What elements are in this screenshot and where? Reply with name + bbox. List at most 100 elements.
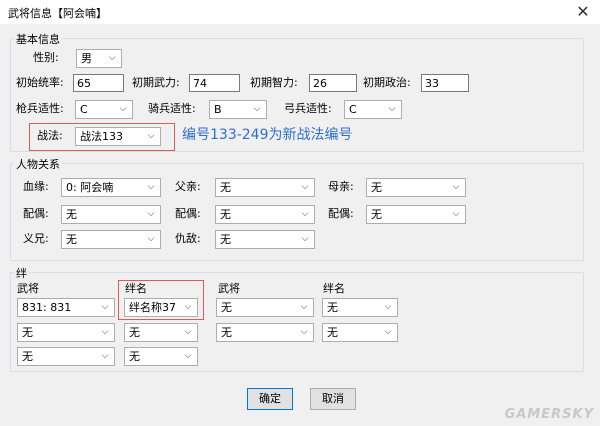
blood-label: 血缘:: [23, 180, 49, 193]
archer-aptitude-value: C: [349, 103, 357, 116]
cavalry-aptitude-label: 骑兵适性:: [148, 102, 196, 115]
tactic-annotation: 编号133-249为新战法编号: [182, 127, 353, 143]
bond-general-value-r2c1: 无: [22, 326, 33, 339]
gamersky-watermark: GAMERSKY: [504, 407, 594, 422]
bond-name-select-r2c1[interactable]: 无 ⌵: [124, 323, 198, 342]
chevron-down-icon: ⌵: [147, 209, 155, 219]
sworn-brother-select[interactable]: 无 ⌵: [61, 230, 161, 249]
bond-general-select-r3c1[interactable]: 无 ⌵: [17, 347, 115, 366]
blood-value: 0: 阿会喃: [66, 181, 114, 194]
bond-general-value-r1c1: 831: 831: [22, 301, 72, 314]
war-input[interactable]: [189, 74, 240, 92]
bond-name-value-r2c1: 无: [129, 326, 140, 339]
war-label: 初期武力:: [132, 76, 180, 89]
chevron-down-icon: ⌵: [147, 131, 155, 141]
mother-label: 母亲:: [328, 180, 354, 193]
intelligence-input[interactable]: [309, 74, 357, 92]
chevron-down-icon: ⌵: [101, 302, 109, 312]
spouse-select-2[interactable]: 无 ⌵: [215, 205, 315, 224]
archer-aptitude-select[interactable]: C ⌵: [344, 100, 402, 119]
leadership-input[interactable]: [73, 74, 124, 92]
politics-input[interactable]: [421, 74, 469, 92]
spouse-label-2: 配偶:: [175, 207, 201, 220]
spear-aptitude-label: 枪兵适性:: [16, 102, 64, 115]
cavalry-aptitude-value: B: [214, 103, 222, 116]
bond-general-value-r1c2: 无: [221, 301, 232, 314]
basic-info-legend: 基本信息: [14, 31, 62, 47]
sworn-brother-value: 无: [66, 233, 77, 246]
enemy-label: 仇敌:: [175, 232, 201, 245]
tactic-select[interactable]: 战法133 ⌵: [75, 127, 161, 146]
chevron-down-icon: ⌵: [147, 234, 155, 244]
bond-name-value-r3c1: 无: [129, 350, 140, 363]
bond-general-select-r1c1[interactable]: 831: 831 ⌵: [17, 298, 115, 317]
chevron-down-icon: ⌵: [119, 104, 127, 114]
bond-general-value-r3c1: 无: [22, 350, 33, 363]
chevron-down-icon: ⌵: [452, 182, 460, 192]
chevron-down-icon: ⌵: [301, 182, 309, 192]
chevron-down-icon: ⌵: [184, 351, 192, 361]
bond-name-value-r2c2: 无: [327, 326, 338, 339]
window-title: 武将信息【阿会喃】: [8, 7, 107, 20]
leadership-label: 初始统率:: [16, 76, 64, 89]
chevron-down-icon: ⌵: [101, 351, 109, 361]
spouse-value-1: 无: [66, 208, 77, 221]
bonds-legend: 绊: [14, 265, 29, 281]
bond-name-header-2: 绊名: [323, 282, 345, 295]
spear-aptitude-select[interactable]: C ⌵: [75, 100, 133, 119]
bond-general-header-1: 武将: [17, 282, 39, 295]
cancel-button[interactable]: 取消: [310, 388, 356, 410]
bond-general-select-r2c1[interactable]: 无 ⌵: [17, 323, 115, 342]
cavalry-aptitude-select[interactable]: B ⌵: [209, 100, 267, 119]
enemy-value: 无: [220, 233, 231, 246]
bond-name-select-r1c1[interactable]: 绊名称37 ⌵: [124, 298, 198, 317]
bond-general-select-r1c2[interactable]: 无 ⌵: [216, 298, 314, 317]
tactic-label: 战法:: [37, 129, 63, 142]
tactic-value: 战法133: [80, 130, 123, 143]
chevron-down-icon: ⌵: [147, 182, 155, 192]
chevron-down-icon: ⌵: [452, 209, 460, 219]
blood-select[interactable]: 0: 阿会喃 ⌵: [61, 178, 161, 197]
father-value: 无: [220, 181, 231, 194]
bond-general-value-r2c2: 无: [221, 326, 232, 339]
archer-aptitude-label: 弓兵适性:: [284, 102, 332, 115]
gender-label: 性别:: [33, 51, 59, 64]
spouse-select-1[interactable]: 无 ⌵: [61, 205, 161, 224]
close-icon[interactable]: ✕: [570, 0, 596, 24]
mother-select[interactable]: 无 ⌵: [366, 178, 466, 197]
chevron-down-icon: ⌵: [388, 104, 396, 114]
chevron-down-icon: ⌵: [184, 327, 192, 337]
gender-value: 男: [81, 52, 92, 65]
chevron-down-icon: ⌵: [184, 302, 192, 312]
ok-button[interactable]: 确定: [247, 388, 293, 410]
spouse-select-3[interactable]: 无 ⌵: [366, 205, 466, 224]
relations-legend: 人物关系: [14, 156, 62, 172]
gender-select[interactable]: 男 ⌵: [76, 49, 122, 68]
chevron-down-icon: ⌵: [300, 327, 308, 337]
chevron-down-icon: ⌵: [301, 234, 309, 244]
sworn-brother-label: 义兄:: [23, 232, 49, 245]
chevron-down-icon: ⌵: [101, 327, 109, 337]
spouse-label-1: 配偶:: [23, 207, 49, 220]
father-select[interactable]: 无 ⌵: [215, 178, 315, 197]
politics-label: 初期政治:: [363, 76, 411, 89]
intelligence-label: 初期智力:: [250, 76, 298, 89]
title-bar: 武将信息【阿会喃】 ✕: [0, 0, 600, 24]
spouse-value-3: 无: [371, 208, 382, 221]
bond-name-select-r3c1[interactable]: 无 ⌵: [124, 347, 198, 366]
chevron-down-icon: ⌵: [384, 302, 392, 312]
chevron-down-icon: ⌵: [108, 53, 116, 63]
spouse-label-3: 配偶:: [328, 207, 354, 220]
bond-name-select-r1c2[interactable]: 无 ⌵: [322, 298, 398, 317]
bond-general-header-2: 武将: [218, 282, 240, 295]
bond-name-select-r2c2[interactable]: 无 ⌵: [322, 323, 398, 342]
bond-name-value-r1c2: 无: [327, 301, 338, 314]
enemy-select[interactable]: 无 ⌵: [215, 230, 315, 249]
spouse-value-2: 无: [220, 208, 231, 221]
chevron-down-icon: ⌵: [384, 327, 392, 337]
chevron-down-icon: ⌵: [301, 209, 309, 219]
bond-general-select-r2c2[interactable]: 无 ⌵: [216, 323, 314, 342]
spear-aptitude-value: C: [80, 103, 88, 116]
chevron-down-icon: ⌵: [300, 302, 308, 312]
chevron-down-icon: ⌵: [253, 104, 261, 114]
